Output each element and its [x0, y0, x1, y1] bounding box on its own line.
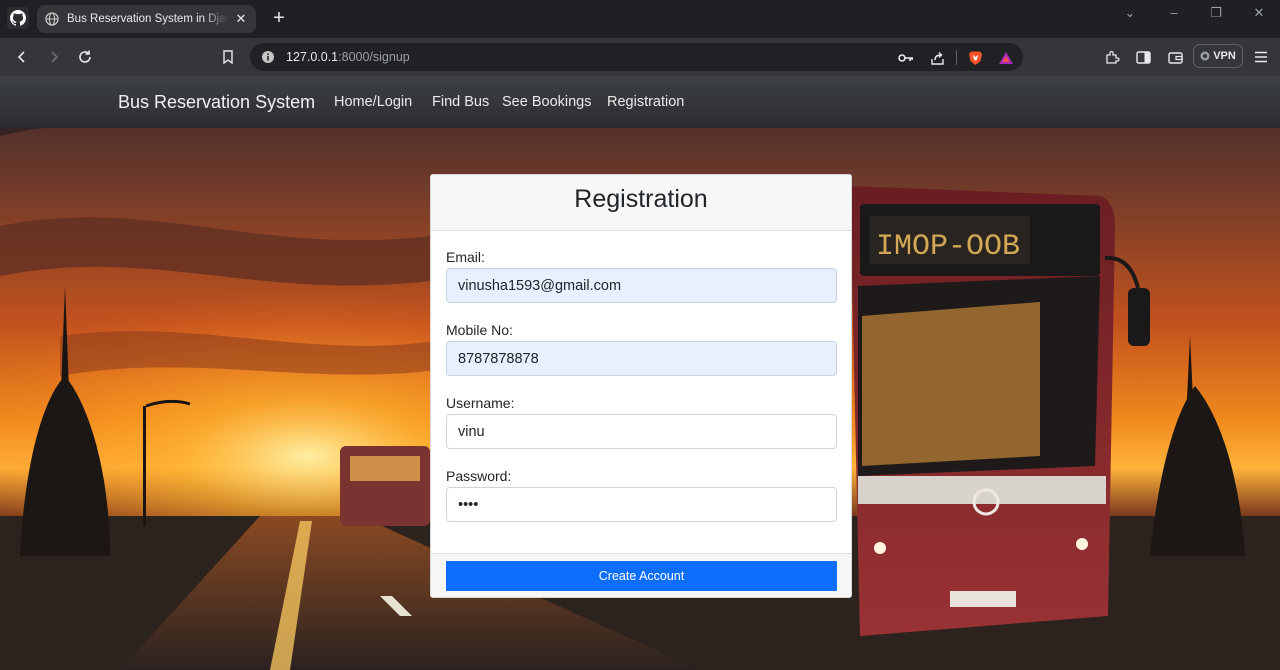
username-field[interactable]	[446, 414, 837, 449]
tab-search-icon[interactable]: ⌄	[1118, 5, 1142, 23]
tab-strip: Bus Reservation System in Django ✕ + ⌄ –…	[0, 0, 1280, 38]
password-field[interactable]	[446, 487, 837, 522]
svg-text:IMOP-OOB: IMOP-OOB	[876, 230, 1020, 264]
navbar-brand[interactable]: Bus Reservation System	[118, 92, 315, 113]
vpn-label: VPN	[1213, 50, 1236, 62]
extensions-icon[interactable]	[1101, 47, 1123, 67]
nav-link-find-bus[interactable]: Find Bus	[432, 94, 489, 110]
window-close-icon[interactable]: ✕	[1247, 5, 1271, 23]
minimize-icon[interactable]: –	[1162, 5, 1186, 23]
tab-title: Bus Reservation System in Django	[67, 13, 228, 25]
github-icon[interactable]	[7, 7, 29, 29]
sidebar-icon[interactable]	[1132, 47, 1154, 67]
page-viewport: IMOP-OOB Bus Reservation System Home/Log…	[0, 76, 1280, 670]
back-icon[interactable]	[11, 47, 33, 67]
forward-icon[interactable]	[43, 47, 65, 67]
share-icon[interactable]	[929, 50, 945, 66]
password-label: Password:	[446, 468, 512, 484]
username-label: Username:	[446, 395, 515, 411]
card-header: Registration	[431, 175, 851, 231]
info-icon[interactable]	[261, 50, 275, 64]
wallet-icon[interactable]	[1164, 47, 1186, 67]
address-bar[interactable]: 127.0.0.1:8000/signup	[250, 43, 1023, 71]
email-label: Email:	[446, 249, 485, 265]
navbar: Bus Reservation System Home/Login Find B…	[0, 76, 1280, 128]
omnibox-divider	[956, 50, 957, 65]
menu-icon[interactable]	[1250, 47, 1272, 67]
vpn-status-icon	[1200, 51, 1210, 61]
plus-icon[interactable]: +	[268, 8, 290, 30]
restore-icon[interactable]: ❐	[1204, 5, 1228, 23]
vpn-button[interactable]: VPN	[1193, 44, 1243, 68]
browser-tab[interactable]: Bus Reservation System in Django ✕	[37, 5, 256, 33]
brave-rewards-icon[interactable]	[998, 50, 1014, 66]
registration-card: Registration Email: Mobile No: Username:…	[430, 174, 852, 598]
mobile-label: Mobile No:	[446, 322, 513, 338]
bookmark-icon[interactable]	[217, 47, 239, 67]
create-account-button[interactable]: Create Account	[446, 561, 837, 591]
key-icon[interactable]	[898, 50, 914, 66]
nav-link-home-login[interactable]: Home/Login	[334, 94, 412, 110]
browser-toolbar: 127.0.0.1:8000/signup VPN	[0, 38, 1280, 76]
page-title: Registration	[574, 185, 708, 213]
card-footer: Create Account	[431, 553, 851, 597]
nav-link-registration[interactable]: Registration	[607, 94, 684, 110]
globe-icon	[45, 12, 59, 26]
url-text: 127.0.0.1:8000/signup	[286, 50, 410, 64]
brave-shield-icon[interactable]	[967, 50, 983, 66]
mobile-field[interactable]	[446, 341, 837, 376]
close-icon[interactable]: ✕	[234, 12, 248, 26]
email-field[interactable]	[446, 268, 837, 303]
reload-icon[interactable]	[74, 47, 96, 67]
nav-link-see-bookings[interactable]: See Bookings	[502, 94, 591, 110]
